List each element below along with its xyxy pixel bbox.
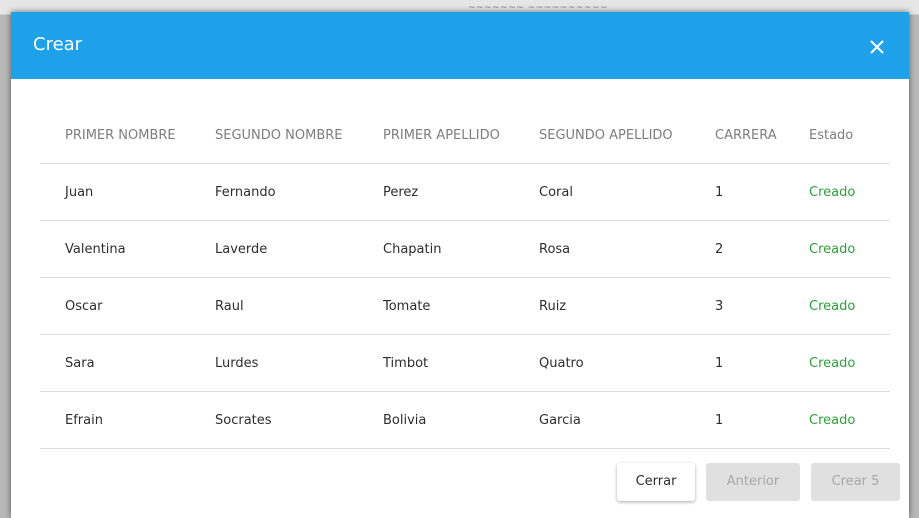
column-header-primer-nombre: PRIMER NOMBRE (40, 108, 215, 164)
close-icon[interactable] (866, 36, 888, 58)
cell-carrera: 1 (715, 163, 809, 221)
column-header-segundo-nombre: SEGUNDO NOMBRE (215, 108, 383, 164)
cell-carrera: 3 (715, 277, 809, 335)
cell-segundo-apellido: Ruiz (539, 277, 715, 335)
table-row: Juan Fernando Perez Coral 1 Creado (40, 163, 890, 221)
cell-estado: Creado (809, 163, 890, 221)
cell-segundo-nombre: Socrates (215, 391, 383, 449)
cell-carrera: 2 (715, 220, 809, 278)
anterior-button[interactable]: Anterior (706, 463, 800, 501)
cell-primer-nombre: Valentina (40, 220, 215, 278)
column-header-estado: Estado (809, 108, 890, 164)
cell-carrera: 1 (715, 391, 809, 449)
cell-segundo-nombre: Lurdes (215, 334, 383, 392)
cell-segundo-apellido: Rosa (539, 220, 715, 278)
cell-segundo-apellido: Quatro (539, 334, 715, 392)
students-table: PRIMER NOMBRE SEGUNDO NOMBRE PRIMER APEL… (40, 108, 890, 449)
table-row: Sara Lurdes Timbot Quatro 1 Creado (40, 334, 890, 392)
cell-primer-nombre: Juan (40, 163, 215, 221)
column-header-primer-apellido: PRIMER APELLIDO (383, 108, 539, 164)
cell-segundo-nombre: Laverde (215, 220, 383, 278)
cell-primer-apellido: Chapatin (383, 220, 539, 278)
cell-primer-apellido: Tomate (383, 277, 539, 335)
crear-button[interactable]: Crear 5 (811, 463, 900, 501)
cell-primer-nombre: Oscar (40, 277, 215, 335)
cell-segundo-nombre: Fernando (215, 163, 383, 221)
cerrar-button[interactable]: Cerrar (617, 463, 695, 501)
cell-estado: Creado (809, 277, 890, 335)
column-header-carrera: CARRERA (715, 108, 809, 164)
cell-estado: Creado (809, 391, 890, 449)
crear-dialog: Crear PRIMER NOMBRE SEGUNDO NOMBRE PRIME… (11, 12, 909, 518)
cell-primer-nombre: Efrain (40, 391, 215, 449)
cell-primer-apellido: Bolivia (383, 391, 539, 449)
dialog-title: Crear (33, 34, 83, 55)
cell-segundo-apellido: Garcia (539, 391, 715, 449)
cell-primer-nombre: Sara (40, 334, 215, 392)
table-header: PRIMER NOMBRE SEGUNDO NOMBRE PRIMER APEL… (40, 108, 890, 164)
header-row: PRIMER NOMBRE SEGUNDO NOMBRE PRIMER APEL… (40, 108, 890, 164)
column-header-segundo-apellido: SEGUNDO APELLIDO (539, 108, 715, 164)
dialog-header: Crear (11, 12, 909, 79)
table-row: Valentina Laverde Chapatin Rosa 2 Creado (40, 220, 890, 278)
table-row: Efrain Socrates Bolivia Garcia 1 Creado (40, 391, 890, 449)
cell-segundo-apellido: Coral (539, 163, 715, 221)
cell-primer-apellido: Perez (383, 163, 539, 221)
cell-segundo-nombre: Raul (215, 277, 383, 335)
cell-estado: Creado (809, 220, 890, 278)
background-text: ~~~~~~~ ~~~~~~~~~~ (468, 4, 609, 12)
table-body: Juan Fernando Perez Coral 1 Creado Valen… (40, 163, 890, 449)
cell-estado: Creado (809, 334, 890, 392)
table-row: Oscar Raul Tomate Ruiz 3 Creado (40, 277, 890, 335)
cell-carrera: 1 (715, 334, 809, 392)
cell-primer-apellido: Timbot (383, 334, 539, 392)
